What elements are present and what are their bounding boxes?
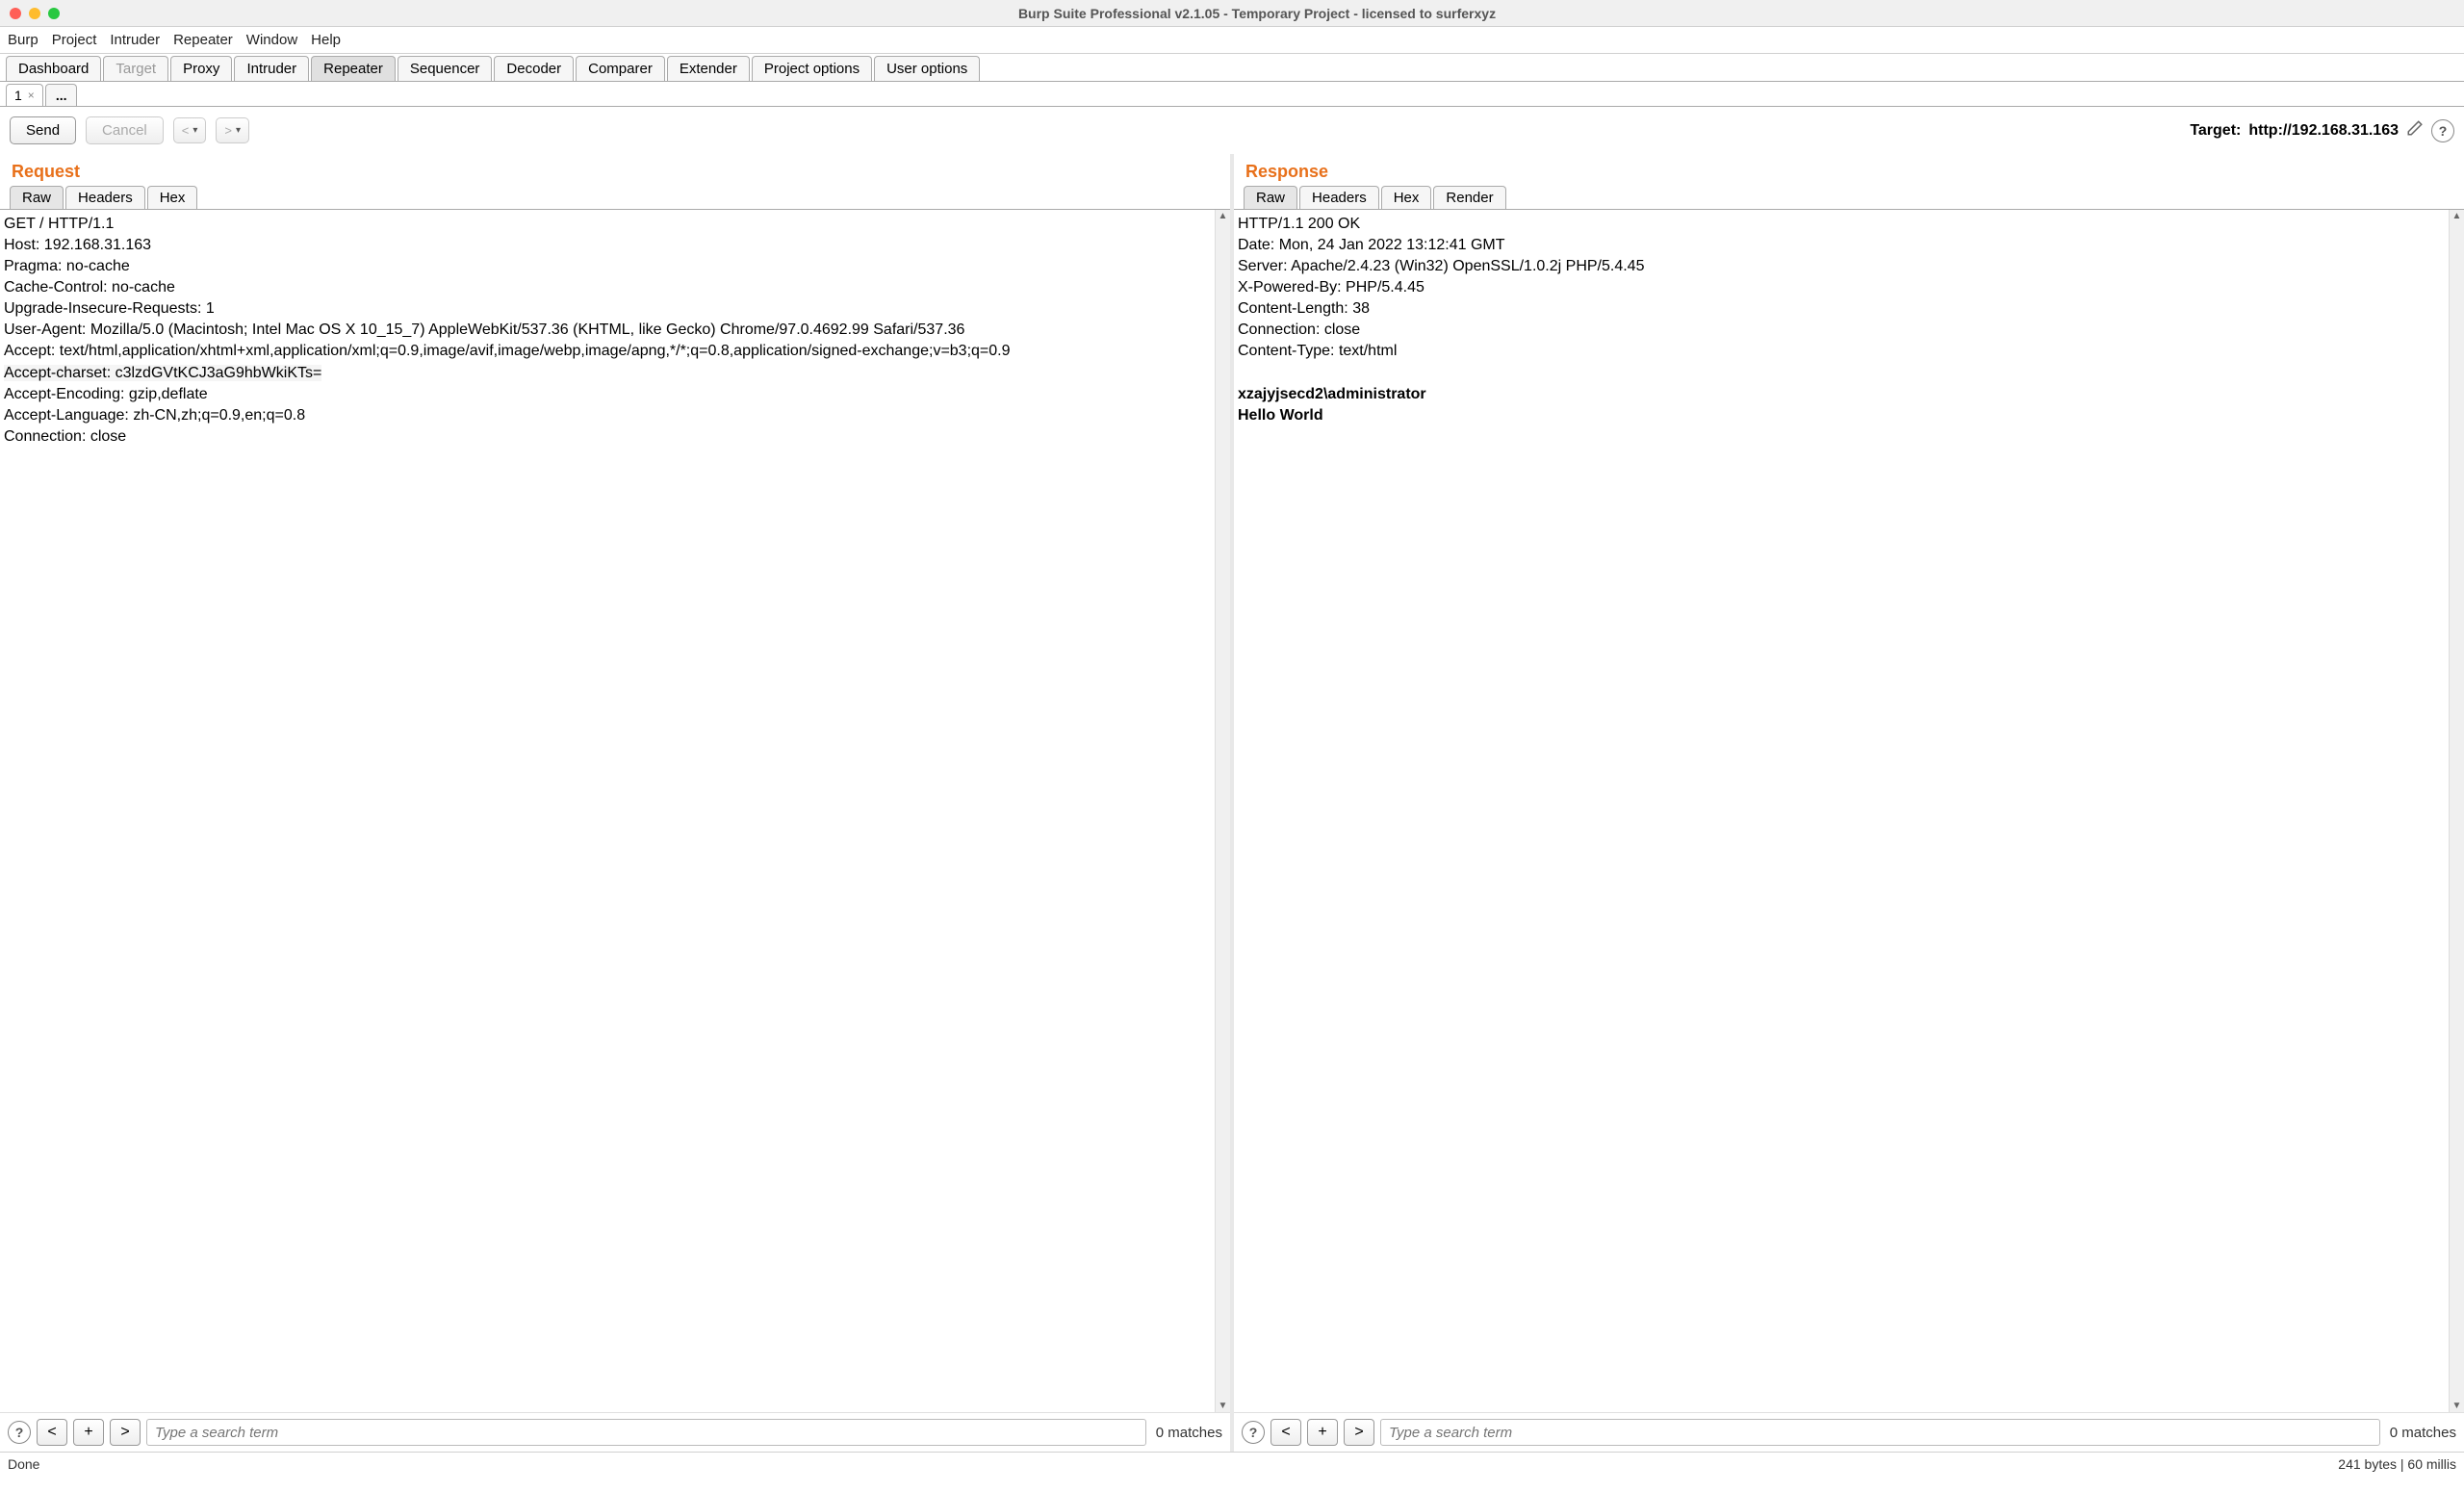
history-next-button[interactable]: > ▾ bbox=[216, 117, 249, 143]
repeater-panes: Request RawHeadersHex GET / HTTP/1.1Host… bbox=[0, 154, 2464, 1452]
search-prev-button[interactable]: < bbox=[1270, 1419, 1301, 1446]
cancel-button[interactable]: Cancel bbox=[86, 116, 164, 144]
request-title: Request bbox=[0, 154, 1230, 186]
close-icon[interactable]: × bbox=[28, 90, 35, 101]
request-match-count: 0 matches bbox=[1156, 1425, 1222, 1441]
view-tab-headers[interactable]: Headers bbox=[65, 186, 145, 209]
minimize-window-button[interactable] bbox=[29, 8, 40, 19]
chevron-down-icon: ▾ bbox=[192, 125, 197, 136]
menu-project[interactable]: Project bbox=[52, 32, 97, 48]
tab-proxy[interactable]: Proxy bbox=[170, 56, 232, 81]
main-tabs: DashboardTargetProxyIntruderRepeaterSequ… bbox=[0, 54, 2464, 82]
target-label: Target: bbox=[2190, 122, 2241, 140]
search-add-button[interactable]: + bbox=[1307, 1419, 1338, 1446]
request-search-bar: ? < + > 0 matches bbox=[0, 1412, 1230, 1452]
menu-repeater[interactable]: Repeater bbox=[173, 32, 233, 48]
scrollbar[interactable]: ▲ ▼ bbox=[2449, 210, 2464, 1412]
tab-target[interactable]: Target bbox=[103, 56, 168, 81]
response-pane: Response RawHeadersHexRender HTTP/1.1 20… bbox=[1230, 154, 2464, 1452]
view-tab-render[interactable]: Render bbox=[1433, 186, 1505, 209]
close-window-button[interactable] bbox=[10, 8, 21, 19]
help-icon[interactable]: ? bbox=[2431, 119, 2454, 142]
response-editor[interactable]: HTTP/1.1 200 OKDate: Mon, 24 Jan 2022 13… bbox=[1234, 210, 2449, 1412]
scrollbar[interactable]: ▲ ▼ bbox=[1215, 210, 1230, 1412]
window-titlebar: Burp Suite Professional v2.1.05 - Tempor… bbox=[0, 0, 2464, 27]
view-tab-headers[interactable]: Headers bbox=[1299, 186, 1379, 209]
request-search-input[interactable] bbox=[146, 1419, 1146, 1446]
request-tabs: RawHeadersHex bbox=[0, 186, 1230, 210]
tab-decoder[interactable]: Decoder bbox=[494, 56, 574, 81]
menu-burp[interactable]: Burp bbox=[8, 32, 38, 48]
tab-comparer[interactable]: Comparer bbox=[576, 56, 665, 81]
tab-repeater[interactable]: Repeater bbox=[311, 56, 396, 81]
view-tab-hex[interactable]: Hex bbox=[147, 186, 198, 209]
target-value: http://192.168.31.163 bbox=[2248, 122, 2399, 140]
chevron-right-icon: > bbox=[224, 123, 232, 138]
chevron-down-icon: ▾ bbox=[236, 125, 241, 136]
menubar: Burp Project Intruder Repeater Window He… bbox=[0, 27, 2464, 54]
traffic-lights bbox=[10, 8, 60, 19]
repeater-subtab-new[interactable]: ... bbox=[45, 84, 78, 106]
help-icon[interactable]: ? bbox=[1242, 1421, 1265, 1444]
menu-window[interactable]: Window bbox=[246, 32, 297, 48]
tab-extender[interactable]: Extender bbox=[667, 56, 750, 81]
status-right: 241 bytes | 60 millis bbox=[2338, 1456, 2456, 1472]
chevron-left-icon: < bbox=[182, 123, 190, 138]
repeater-subtab-1[interactable]: 1 × bbox=[6, 84, 43, 106]
tab-project-options[interactable]: Project options bbox=[752, 56, 872, 81]
menu-intruder[interactable]: Intruder bbox=[110, 32, 160, 48]
scroll-down-icon[interactable]: ▼ bbox=[1216, 1401, 1230, 1411]
view-tab-hex[interactable]: Hex bbox=[1381, 186, 1432, 209]
view-tab-raw[interactable]: Raw bbox=[1244, 186, 1297, 209]
ellipsis-label: ... bbox=[56, 88, 67, 103]
view-tab-raw[interactable]: Raw bbox=[10, 186, 64, 209]
menu-help[interactable]: Help bbox=[311, 32, 341, 48]
help-icon[interactable]: ? bbox=[8, 1421, 31, 1444]
pencil-icon[interactable] bbox=[2406, 119, 2424, 141]
search-next-button[interactable]: > bbox=[1344, 1419, 1374, 1446]
search-next-button[interactable]: > bbox=[110, 1419, 141, 1446]
tab-intruder[interactable]: Intruder bbox=[234, 56, 309, 81]
window-title: Burp Suite Professional v2.1.05 - Tempor… bbox=[60, 6, 2454, 21]
response-match-count: 0 matches bbox=[2390, 1425, 2456, 1441]
search-add-button[interactable]: + bbox=[73, 1419, 104, 1446]
response-title: Response bbox=[1234, 154, 2464, 186]
repeater-action-bar: Send Cancel < ▾ > ▾ Target: http://192.1… bbox=[0, 107, 2464, 154]
status-left: Done bbox=[8, 1456, 39, 1472]
tab-user-options[interactable]: User options bbox=[874, 56, 980, 81]
history-prev-button[interactable]: < ▾ bbox=[173, 117, 207, 143]
tab-sequencer[interactable]: Sequencer bbox=[398, 56, 493, 81]
maximize-window-button[interactable] bbox=[48, 8, 60, 19]
scroll-up-icon[interactable]: ▲ bbox=[2450, 211, 2464, 221]
search-prev-button[interactable]: < bbox=[37, 1419, 67, 1446]
response-search-input[interactable] bbox=[1380, 1419, 2380, 1446]
repeater-subtab-label: 1 bbox=[14, 88, 22, 103]
target-display: Target: http://192.168.31.163 ? bbox=[2190, 119, 2454, 142]
request-editor[interactable]: GET / HTTP/1.1Host: 192.168.31.163Pragma… bbox=[0, 210, 1215, 1412]
response-tabs: RawHeadersHexRender bbox=[1234, 186, 2464, 210]
status-bar: Done 241 bytes | 60 millis bbox=[0, 1452, 2464, 1475]
scroll-up-icon[interactable]: ▲ bbox=[1216, 211, 1230, 221]
response-search-bar: ? < + > 0 matches bbox=[1234, 1412, 2464, 1452]
scroll-down-icon[interactable]: ▼ bbox=[2450, 1401, 2464, 1411]
tab-dashboard[interactable]: Dashboard bbox=[6, 56, 101, 81]
send-button[interactable]: Send bbox=[10, 116, 76, 144]
request-pane: Request RawHeadersHex GET / HTTP/1.1Host… bbox=[0, 154, 1230, 1452]
repeater-subtabs: 1 × ... bbox=[0, 82, 2464, 107]
